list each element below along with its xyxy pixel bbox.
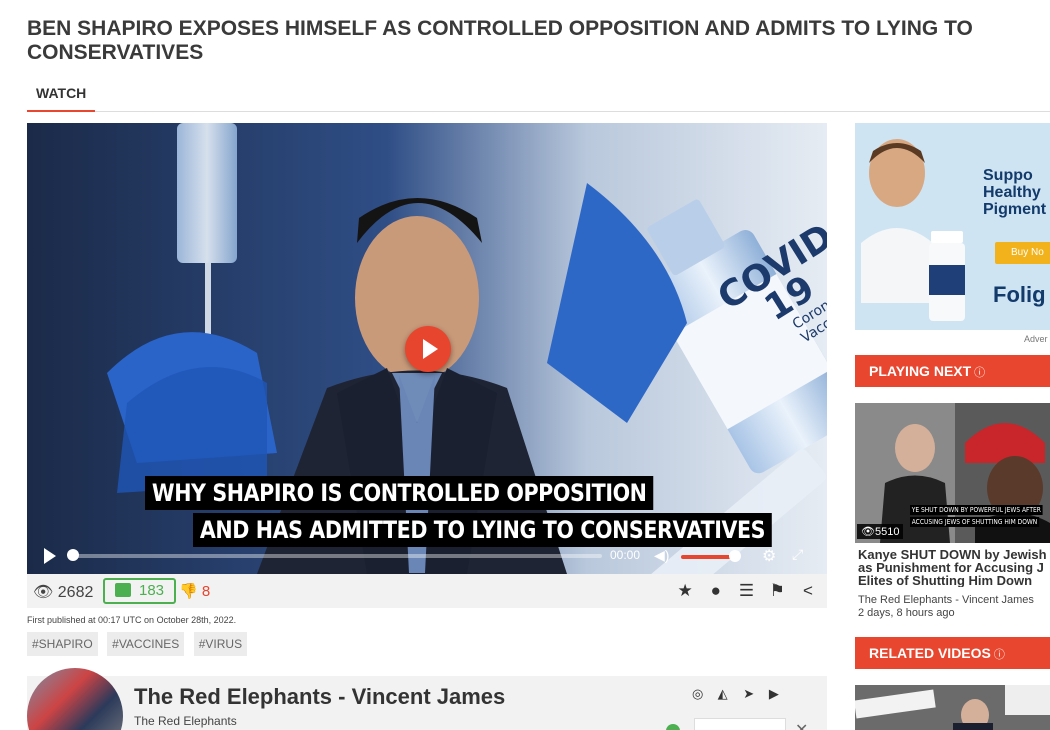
subscribe-status-icon	[666, 724, 680, 730]
help-icon[interactable]: ⓘ	[994, 649, 1005, 661]
tag-vaccines[interactable]: #VACCINES	[107, 632, 185, 656]
view-count: 👁 2682	[33, 582, 93, 602]
flag-icon[interactable]: ⚑	[764, 581, 790, 601]
related-videos-header: RELATED VIDEOS ⓘ	[855, 637, 1050, 669]
volume-handle[interactable]	[729, 550, 741, 562]
dislike-count: 8	[201, 583, 211, 600]
playing-next-label: PLAYING NEXT	[869, 363, 972, 379]
gab-icon[interactable]: ◭	[718, 686, 740, 702]
video-stats-bar: 👁 2682 183 👎 8 ★ ● ☰ ⚑ <	[27, 574, 827, 608]
ad-headline: Suppo Healthy Pigment	[983, 167, 1046, 218]
next-video-channel[interactable]: The Red Elephants - Vincent James	[858, 594, 1034, 607]
tag-virus[interactable]: #VIRUS	[193, 632, 248, 656]
video-title-line1: BEN SHAPIRO EXPOSES HIMSELF AS CONTROLLE…	[27, 17, 973, 40]
telegram-icon[interactable]: ➤	[743, 686, 765, 702]
youtube-icon[interactable]: ▶	[769, 686, 791, 702]
settings-gear-icon[interactable]: ⚙	[762, 546, 776, 566]
like-count: 183	[139, 582, 165, 599]
next-video-title[interactable]: Kanye SHUT DOWN by Jewish as Punishment …	[858, 548, 1050, 587]
thumbs-up-icon	[115, 583, 131, 597]
dislike-button[interactable]: 👎 8	[179, 582, 210, 600]
tag-shapiro[interactable]: #SHAPIRO	[27, 632, 98, 656]
player-controls: 00:00 ◀) ⚙ ⤢	[27, 534, 827, 574]
instagram-icon[interactable]: ◎	[692, 686, 714, 702]
next-video-views: 👁5510	[857, 524, 904, 539]
related-video-image	[855, 685, 1050, 730]
next-video-view-count: 5510	[874, 526, 900, 538]
volume-slider[interactable]	[681, 555, 733, 559]
ad-model-image	[861, 139, 933, 303]
share-icon[interactable]: <	[795, 581, 821, 601]
seek-handle[interactable]	[67, 549, 79, 561]
video-title: BEN SHAPIRO EXPOSES HIMSELF AS CONTROLLE…	[27, 17, 1050, 65]
favorite-star-icon[interactable]: ★	[672, 581, 698, 601]
play-icon[interactable]	[44, 548, 56, 564]
channel-bar: The Red Elephants - Vincent James The Re…	[27, 668, 827, 730]
view-count-value: 2682	[57, 584, 94, 601]
channel-name[interactable]: The Red Elephants - Vincent James	[134, 684, 505, 710]
channel-subname: The Red Elephants	[134, 714, 237, 728]
ad-line1: Suppo	[983, 167, 1033, 184]
next-video-strap2: ACCUSING JEWS OF SHUTTING HIM DOWN	[910, 517, 1039, 527]
advertisement-banner[interactable]: Suppo Healthy Pigment Buy No Folig	[855, 123, 1050, 330]
next-video-age: 2 days, 8 hours ago	[858, 607, 955, 619]
related-video-thumbnail[interactable]	[855, 685, 1050, 730]
seek-bar[interactable]	[72, 554, 602, 558]
tab-watch[interactable]: WATCH	[27, 84, 96, 112]
volume-icon[interactable]: ◀)	[654, 547, 669, 564]
published-date: First published at 00:17 UTC on October …	[27, 615, 237, 625]
eye-icon: 👁	[33, 584, 54, 601]
watch-later-clock-icon[interactable]: ●	[703, 581, 729, 601]
fullscreen-icon[interactable]: ⤢	[792, 546, 803, 563]
next-video-meta: The Red Elephants - Vincent James 2 days…	[858, 594, 1034, 620]
time-display: 00:00	[610, 548, 641, 562]
channel-social-links: ◎ ◭ ➤ ▶	[692, 686, 791, 702]
related-videos-label: RELATED VIDEOS	[869, 645, 991, 661]
next-video-title-line3: Elites of Shutting Him Down	[858, 573, 1033, 587]
video-player[interactable]: COVID 19 Coronavirus Vaccine WHY SHAPIRO…	[27, 123, 827, 574]
ad-label: Adver	[1024, 334, 1048, 344]
close-icon[interactable]: ✕	[795, 720, 808, 730]
eye-icon: 👁	[861, 526, 875, 538]
video-caption-line1: WHY SHAPIRO IS CONTROLLED OPPOSITION	[145, 476, 654, 510]
channel-avatar[interactable]	[27, 668, 123, 730]
ad-brand: Folig	[993, 282, 1046, 307]
like-button[interactable]: 183	[103, 578, 177, 604]
ad-product-bottle	[929, 231, 965, 321]
playing-next-header: PLAYING NEXT ⓘ	[855, 355, 1050, 387]
next-video-strap1: YE SHUT DOWN BY POWERFUL JEWS AFTER	[910, 505, 1043, 515]
ad-buy-button[interactable]: Buy No	[995, 242, 1050, 264]
video-title-line2: CONSERVATIVES	[27, 41, 204, 64]
ad-line2: Healthy	[983, 184, 1041, 201]
playlist-icon[interactable]: ☰	[734, 581, 760, 601]
help-icon[interactable]: ⓘ	[974, 367, 985, 379]
play-overlay-button[interactable]	[405, 326, 451, 372]
subscribe-button[interactable]	[694, 718, 786, 730]
thumbs-down-icon: 👎	[179, 583, 198, 600]
ad-line3: Pigment	[983, 201, 1047, 218]
video-actions: ★ ● ☰ ⚑ <	[672, 581, 821, 601]
tab-bar: WATCH	[27, 84, 1050, 112]
tag-list: #SHAPIRO #VACCINES #VIRUS	[27, 632, 252, 656]
